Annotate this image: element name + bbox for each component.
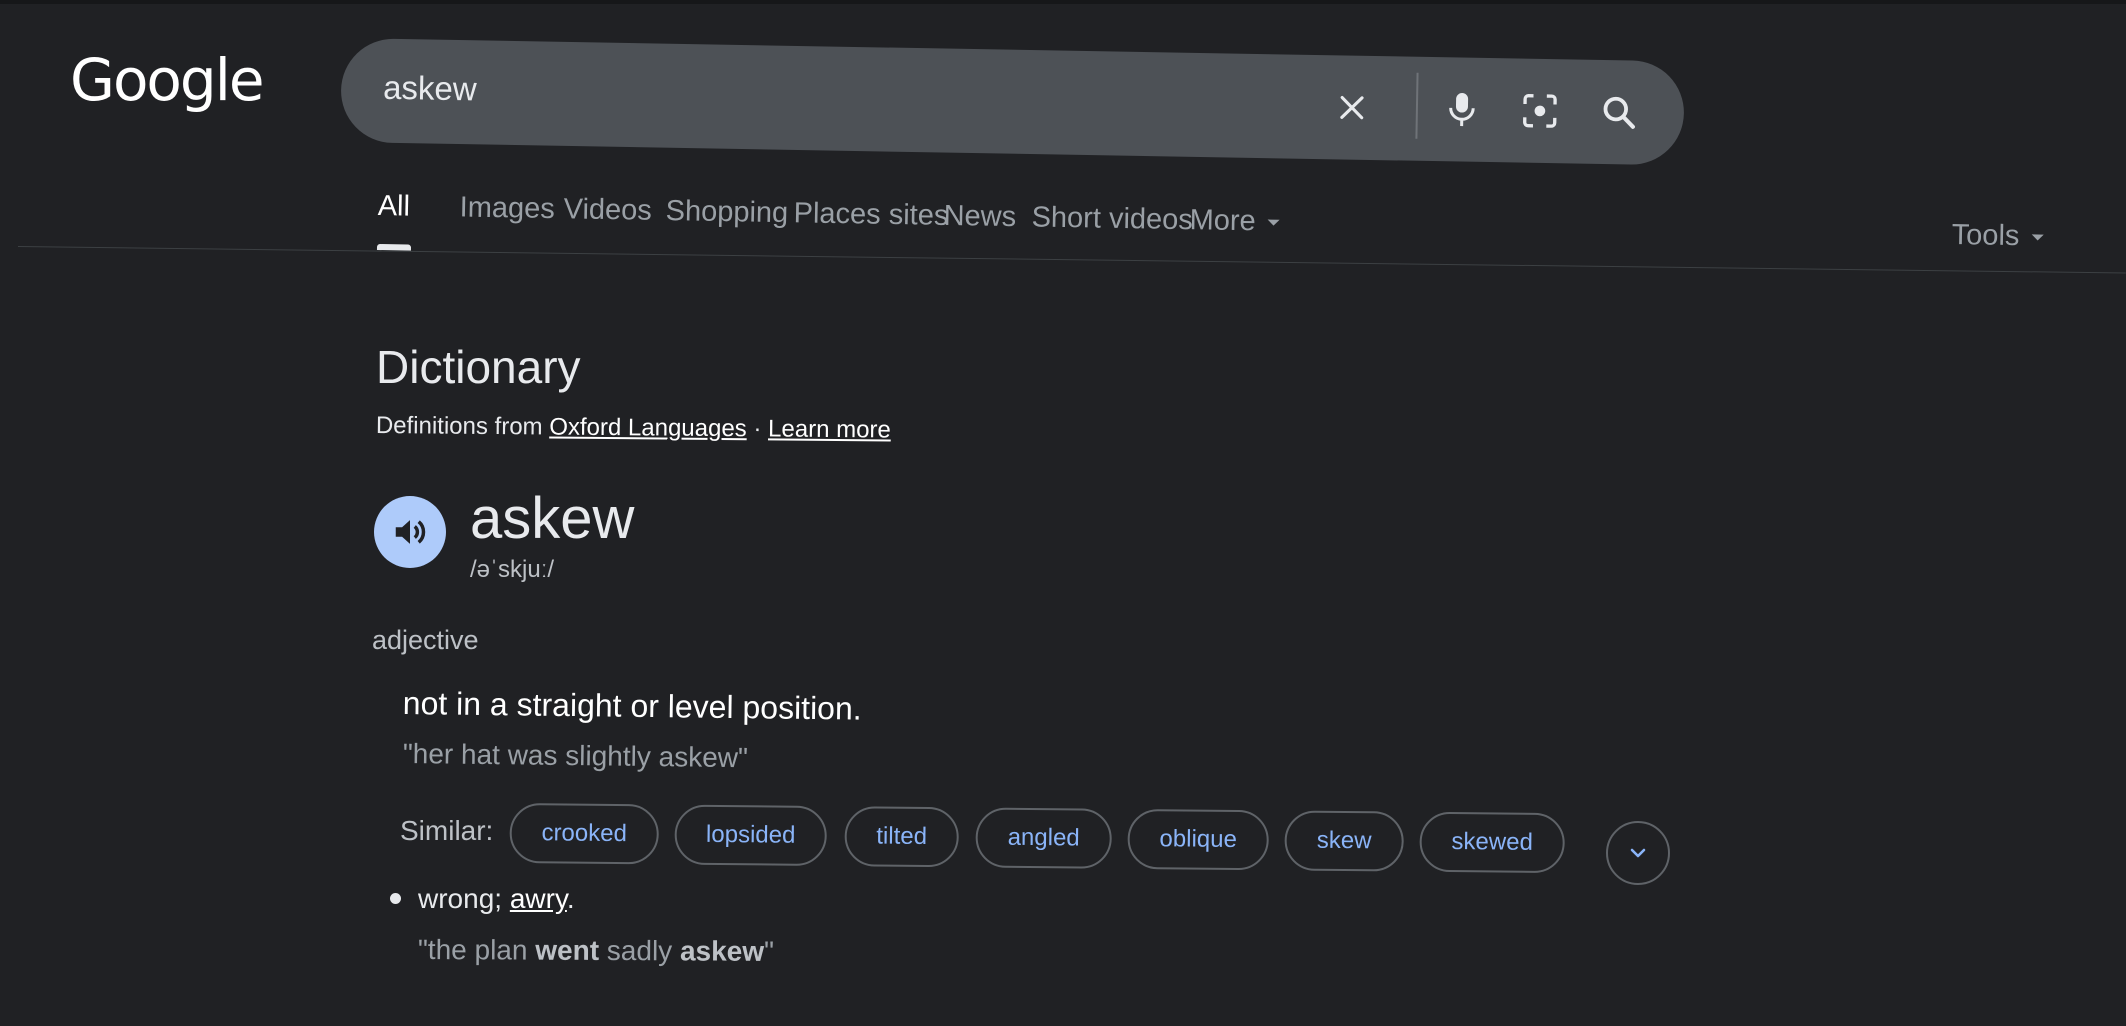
similar-chip-skewed[interactable]: skewed	[1419, 811, 1565, 874]
example-close: "	[764, 935, 775, 967]
speaker-icon	[395, 520, 426, 544]
similar-label: Similar:	[400, 815, 494, 846]
example-bold-went: went	[535, 934, 600, 966]
learn-more-link[interactable]: Learn more	[768, 415, 891, 443]
example-open: "the plan	[417, 934, 528, 966]
tools-button[interactable]: Tools	[1951, 219, 2044, 254]
definition-example: "her hat was slightly askew"	[402, 738, 749, 774]
tab-more[interactable]: More	[1189, 204, 1280, 239]
tab-label: More	[1189, 204, 1256, 238]
source-separator: ·	[753, 415, 762, 443]
chevron-down-icon	[1630, 848, 1646, 858]
search-input[interactable]: askew	[383, 69, 477, 109]
pronunciation-button[interactable]	[374, 496, 446, 568]
tab-all[interactable]: All	[376, 190, 412, 251]
expand-similar-button[interactable]	[1606, 821, 1670, 885]
similar-chip-oblique[interactable]: oblique	[1127, 808, 1269, 871]
search-box[interactable]: askew	[340, 38, 1685, 166]
tab-news[interactable]: News	[943, 200, 1016, 234]
phonetic: /əˈskjuː/	[470, 556, 555, 583]
sub-definition-punct: .	[566, 883, 575, 914]
tab-label: All	[377, 190, 411, 223]
tab-videos[interactable]: Videos	[563, 193, 652, 228]
similar-chip-angled[interactable]: angled	[975, 807, 1112, 869]
caret-down-icon	[2031, 234, 2044, 241]
tab-images[interactable]: Images	[459, 191, 555, 226]
tab-places-sites[interactable]: Places sites	[793, 197, 948, 233]
bullet	[390, 893, 401, 904]
similar-chip-skew[interactable]: skew	[1284, 810, 1404, 872]
example-mid: sadly	[606, 934, 673, 967]
search-icon[interactable]	[1592, 86, 1645, 139]
camera-lens-icon[interactable]	[1513, 84, 1566, 137]
oxford-languages-link[interactable]: Oxford Languages	[549, 414, 747, 443]
headword: askew	[470, 486, 635, 551]
microphone-icon[interactable]	[1435, 83, 1488, 136]
part-of-speech: adjective	[372, 625, 479, 655]
similar-chip-lopsided[interactable]: lopsided	[674, 804, 827, 867]
source-prefix: Definitions from	[375, 412, 543, 441]
awry-link[interactable]: awry	[510, 883, 567, 914]
tab-shopping[interactable]: Shopping	[665, 195, 788, 230]
caret-down-icon	[1267, 219, 1280, 227]
similar-chip-tilted[interactable]: tilted	[844, 806, 959, 868]
definition: not in a straight or level position.	[402, 685, 862, 727]
example-bold-askew: askew	[679, 935, 765, 967]
close-icon[interactable]	[1325, 81, 1378, 134]
dictionary-source: Definitions from Oxford Languages · Lear…	[376, 412, 891, 444]
tools-label: Tools	[1951, 219, 2020, 253]
tab-short-videos[interactable]: Short videos	[1031, 201, 1193, 237]
tabs-divider	[17, 246, 2126, 274]
dictionary-title: Dictionary	[376, 341, 581, 393]
google-logo[interactable]: Google	[70, 46, 265, 114]
sub-definition-text: wrong;	[418, 883, 503, 914]
sub-definition-example: "the plan went sadly askew"	[418, 934, 774, 968]
sub-definition: wrong; awry.	[418, 883, 575, 915]
search-divider	[1415, 72, 1419, 139]
top-border	[0, 0, 2126, 4]
similar-chip-crooked[interactable]: crooked	[509, 803, 659, 865]
